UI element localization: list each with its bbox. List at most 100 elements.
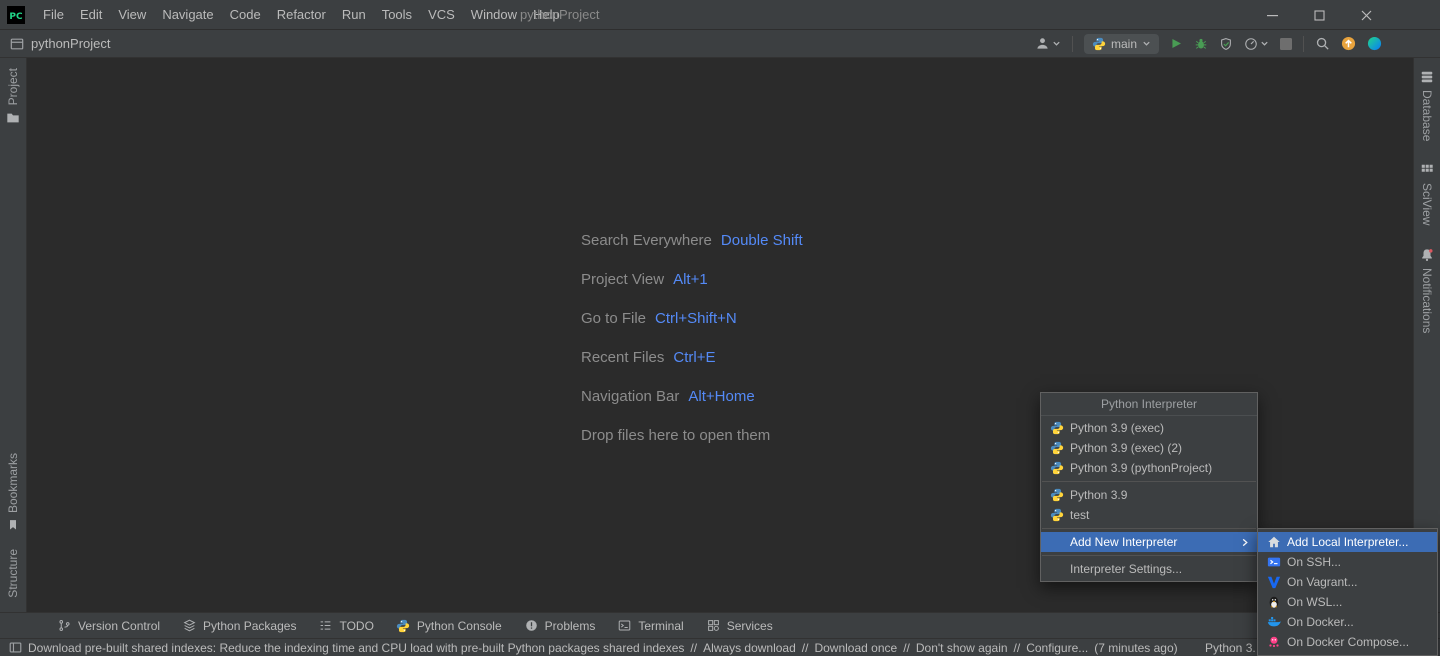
stop-button[interactable]: [1280, 38, 1292, 50]
submenu-option[interactable]: Add Local Interpreter...: [1258, 532, 1437, 552]
coverage-icon: [1219, 37, 1233, 51]
interpreter-option-label: Python 3.9 (pythonProject): [1070, 461, 1249, 475]
python-icon: [396, 618, 411, 633]
menu-item[interactable]: Navigate: [154, 7, 221, 22]
toolwindow-bookmarks-button[interactable]: Bookmarks: [6, 453, 20, 531]
toolwindow-button[interactable]: Terminal: [606, 618, 694, 633]
add-interpreter-submenu: Add Local Interpreter... On SSH... On Va…: [1257, 528, 1438, 656]
update-indicator-button[interactable]: [1341, 36, 1356, 51]
hint-line: Drop files here to open them: [581, 416, 803, 455]
toolwindow-button[interactable]: Python Console: [385, 618, 513, 633]
menu-item[interactable]: View: [110, 7, 154, 22]
submenu-option[interactable]: On WSL...: [1258, 592, 1437, 612]
toolwindow-button[interactable]: Services: [695, 618, 784, 633]
menu-item[interactable]: VCS: [420, 7, 463, 22]
left-stripe-bottom: Bookmarks Structure: [6, 453, 20, 602]
hint-line: Search Everywhere Double Shift: [581, 221, 803, 260]
python-icon: [1049, 441, 1064, 456]
toolwindow-switcher-icon[interactable]: [9, 641, 22, 654]
menu-item[interactable]: Edit: [72, 7, 110, 22]
toolwindow-button[interactable]: Python Packages: [171, 618, 307, 633]
menu-item[interactable]: Refactor: [269, 7, 334, 22]
minimize-button[interactable]: [1249, 0, 1296, 30]
services-icon: [706, 618, 721, 633]
toolbar-divider: [1072, 36, 1073, 52]
run-config-selector[interactable]: main: [1084, 34, 1159, 54]
submenu-option[interactable]: On SSH...: [1258, 552, 1437, 572]
status-link[interactable]: Don't show again: [916, 641, 1008, 655]
hint-shortcut[interactable]: Double Shift: [721, 232, 803, 249]
interpreter-option[interactable]: test: [1041, 505, 1257, 525]
interpreter-option[interactable]: Python 3.9: [1041, 485, 1257, 505]
toolwindow-button-label: TODO: [339, 619, 373, 633]
toolwindow-button[interactable]: Version Control: [46, 618, 171, 633]
python-icon: [1049, 461, 1064, 476]
submenu-option[interactable]: On Docker Compose...: [1258, 632, 1437, 652]
sphere-icon: [1367, 36, 1382, 51]
docker-compose-icon: [1266, 635, 1281, 650]
code-with-me-button[interactable]: [1367, 36, 1382, 51]
search-everywhere-button[interactable]: [1315, 36, 1330, 51]
status-timestamp: (7 minutes ago): [1094, 641, 1177, 655]
interpreter-option[interactable]: Python 3.9 (exec): [1041, 418, 1257, 438]
interpreter-option[interactable]: Add New Interpreter: [1041, 532, 1257, 552]
hint-label: Recent Files: [581, 349, 664, 366]
profile-button[interactable]: [1035, 36, 1061, 51]
menu-item[interactable]: File: [35, 7, 72, 22]
status-message: Download pre-built shared indexes: Reduc…: [28, 641, 684, 655]
grid-icon: [1420, 163, 1434, 177]
interpreter-option[interactable]: Interpreter Settings...: [1041, 559, 1257, 579]
submenu-option-label: On Docker Compose...: [1287, 635, 1429, 649]
left-toolwindow-stripe: Project Bookmarks Structure: [0, 58, 27, 612]
submenu-option[interactable]: On Docker...: [1258, 612, 1437, 632]
status-link[interactable]: Configure...: [1026, 641, 1088, 655]
status-separator: //: [1014, 641, 1021, 655]
maximize-button[interactable]: [1296, 0, 1343, 30]
coverage-button[interactable]: [1219, 37, 1233, 51]
submenu-option-label: On Docker...: [1287, 615, 1429, 629]
python-icon: [1049, 488, 1064, 503]
profiler-icon: [1244, 37, 1258, 51]
menu-item[interactable]: Tools: [374, 7, 420, 22]
search-icon: [1315, 36, 1330, 51]
ssh-icon: [1266, 555, 1281, 570]
toolwindow-notifications-button[interactable]: Notifications: [1420, 248, 1434, 333]
run-button[interactable]: [1170, 37, 1183, 50]
close-button[interactable]: [1343, 0, 1390, 30]
toolwindow-button[interactable]: TODO: [307, 618, 384, 633]
interpreter-option[interactable]: Python 3.9 (exec) (2): [1041, 438, 1257, 458]
interpreter-option-label: test: [1070, 508, 1249, 522]
toolwindow-button-label: Python Packages: [203, 619, 296, 633]
structure-label: Structure: [6, 549, 20, 598]
debug-button[interactable]: [1194, 37, 1208, 51]
problems-icon: [524, 618, 539, 633]
submenu-option-label: Add Local Interpreter...: [1287, 535, 1429, 549]
toolwindow-project-button[interactable]: Project: [6, 68, 20, 125]
submenu-option[interactable]: On Vagrant...: [1258, 572, 1437, 592]
toolwindow-sciview-button[interactable]: SciView: [1420, 163, 1434, 225]
toolwindow-database-button[interactable]: Database: [1420, 70, 1434, 141]
menu-item[interactable]: Run: [334, 7, 374, 22]
toolbar-project-widget[interactable]: pythonProject: [0, 36, 111, 51]
notifications-label: Notifications: [1420, 268, 1434, 333]
branch-icon: [57, 618, 72, 633]
database-icon: [1420, 70, 1434, 84]
hint-shortcut[interactable]: Alt+Home: [688, 388, 754, 405]
profiler-button[interactable]: [1244, 37, 1269, 51]
status-interpreter[interactable]: Python 3.: [1205, 641, 1256, 655]
status-link[interactable]: Download once: [814, 641, 897, 655]
shortcut-hints: Search Everywhere Double Shift Project V…: [581, 221, 803, 455]
hint-label: Navigation Bar: [581, 388, 679, 405]
status-link[interactable]: Always download: [703, 641, 796, 655]
toolwindow-button[interactable]: Problems: [513, 618, 607, 633]
hint-shortcut[interactable]: Ctrl+E: [673, 349, 715, 366]
interpreter-option[interactable]: Python 3.9 (pythonProject): [1041, 458, 1257, 478]
hint-shortcut[interactable]: Alt+1: [673, 271, 708, 288]
menu-item[interactable]: Window: [463, 7, 525, 22]
hint-shortcut[interactable]: Ctrl+Shift+N: [655, 310, 737, 327]
python-icon: [1049, 508, 1064, 523]
menu-item[interactable]: Code: [222, 7, 269, 22]
toolwindow-structure-button[interactable]: Structure: [6, 549, 20, 598]
bookmarks-label: Bookmarks: [6, 453, 20, 513]
stop-icon: [1280, 38, 1292, 50]
